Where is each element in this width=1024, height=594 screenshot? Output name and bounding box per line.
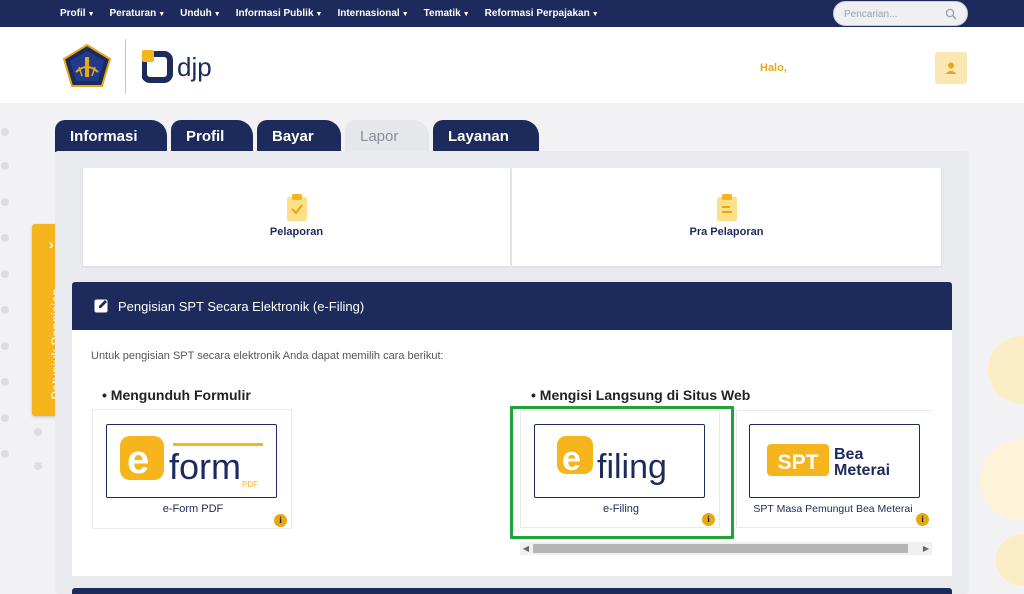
scroll-right-icon[interactable]: ▶: [920, 542, 932, 555]
item-caption: e-Form PDF: [162, 503, 224, 515]
efiling-option[interactable]: e filing e-Filing i: [520, 410, 720, 528]
clipboard-check-icon: [287, 194, 307, 221]
lapor-options: Pelaporan Pra Pelaporan: [83, 168, 941, 266]
nav-item-tematik[interactable]: Tematik ▼: [424, 8, 470, 19]
svg-text:Meterai: Meterai: [834, 462, 890, 479]
info-icon[interactable]: i: [916, 513, 929, 526]
efiling-logo-icon: e filing: [557, 436, 667, 486]
greeting-text: Halo,: [760, 62, 787, 74]
info-icon[interactable]: i: [702, 513, 715, 526]
caret-down-icon: ▼: [213, 11, 221, 18]
item-caption: SPT Masa Pemungut Bea Meterai: [753, 503, 913, 515]
svg-text:SPT: SPT: [778, 451, 819, 474]
card-label: Pelaporan: [269, 226, 324, 238]
nav-item-peraturan[interactable]: Peraturan ▼: [110, 8, 166, 19]
caret-down-icon: ▼: [158, 11, 166, 18]
efiling-logo: e filing: [534, 424, 705, 498]
eform-logo: e form PDF: [106, 424, 277, 498]
tab-informasi[interactable]: Informasi: [55, 120, 167, 152]
tab-layanan[interactable]: Layanan: [433, 120, 539, 152]
caret-down-icon: ▼: [87, 11, 95, 18]
tab-bayar[interactable]: Bayar: [257, 120, 341, 152]
intro-text: Untuk pengisian SPT secara elektronik An…: [91, 350, 444, 362]
spt-bea-meterai-logo: SPT Bea Meterai: [749, 424, 920, 498]
tab-profil[interactable]: Profil: [171, 120, 253, 152]
card-pelaporan[interactable]: Pelaporan: [83, 168, 510, 266]
search-icon[interactable]: [945, 8, 957, 20]
svg-text:e: e: [562, 440, 581, 478]
chevron-right-icon: ›: [49, 236, 54, 252]
edit-icon: [94, 299, 108, 313]
nav-item-informasi-publik[interactable]: Informasi Publik ▼: [236, 8, 323, 19]
search-input[interactable]: [844, 7, 944, 21]
section-title: Pengisian SPT Secara Elektronik (e-Filin…: [118, 299, 365, 314]
svg-text:PDF: PDF: [242, 480, 258, 489]
eform-logo-icon: e form PDF: [120, 436, 263, 489]
info-icon[interactable]: i: [274, 514, 287, 527]
efiling-section-header: Pengisian SPT Secara Elektronik (e-Filin…: [72, 282, 952, 330]
svg-text:Bea: Bea: [834, 446, 863, 463]
nav-item-internasional[interactable]: Internasional ▼: [337, 8, 408, 19]
tab-lapor[interactable]: Lapor: [345, 120, 429, 152]
caret-down-icon: ▼: [401, 11, 409, 18]
search-box: [833, 1, 968, 26]
nav-item-reformasi-perpajakan[interactable]: Reformasi Perpajakan ▼: [485, 8, 599, 19]
header-divider: [125, 39, 126, 94]
horizontal-scrollbar[interactable]: ◀ ▶: [520, 542, 932, 555]
kemenkeu-logo-icon[interactable]: [62, 44, 112, 88]
eform-pdf-option[interactable]: e form PDF e-Form PDF i: [92, 409, 292, 529]
svg-text:form: form: [169, 446, 241, 487]
card-label: Pra Pelaporan: [689, 226, 764, 238]
section-web-heading: • Mengisi Langsung di Situs Web: [531, 387, 751, 403]
spt-bea-meterai-logo-icon: SPT Bea Meterai: [767, 444, 890, 479]
scroll-left-icon[interactable]: ◀: [520, 542, 532, 555]
spt-bea-meterai-option[interactable]: SPT Bea Meterai SPT Masa Pemungut Bea Me…: [736, 410, 932, 528]
section-download-heading: • Mengunduh Formulir: [102, 387, 251, 403]
card-pra-pelaporan[interactable]: Pra Pelaporan: [512, 168, 941, 266]
svg-text:e: e: [127, 438, 149, 482]
nav-item-unduh[interactable]: Unduh ▼: [180, 8, 221, 19]
scrollbar-thumb[interactable]: [533, 544, 908, 553]
top-nav-menu: Profil ▼ Peraturan ▼ Unduh ▼ Informasi Publ…: [60, 0, 614, 27]
user-avatar[interactable]: [935, 52, 967, 84]
clipboard-list-icon: [717, 194, 737, 221]
top-nav-bar: Profil ▼ Peraturan ▼ Unduh ▼ Informasi Publ…: [0, 0, 1024, 27]
user-icon: [945, 62, 957, 74]
djp-logo[interactable]: djp: [142, 49, 222, 83]
caret-down-icon: ▼: [315, 11, 323, 18]
decorative-shapes: [980, 336, 1024, 586]
nav-item-profil[interactable]: Profil ▼: [60, 8, 95, 19]
next-section-header: [72, 588, 952, 594]
item-caption: e-Filing: [602, 503, 640, 515]
svg-text:filing: filing: [597, 448, 667, 486]
caret-down-icon: ▼: [462, 11, 470, 18]
brand-text: djp: [177, 52, 212, 82]
site-header: djp Halo,: [0, 27, 1024, 103]
caret-down-icon: ▼: [591, 11, 599, 18]
